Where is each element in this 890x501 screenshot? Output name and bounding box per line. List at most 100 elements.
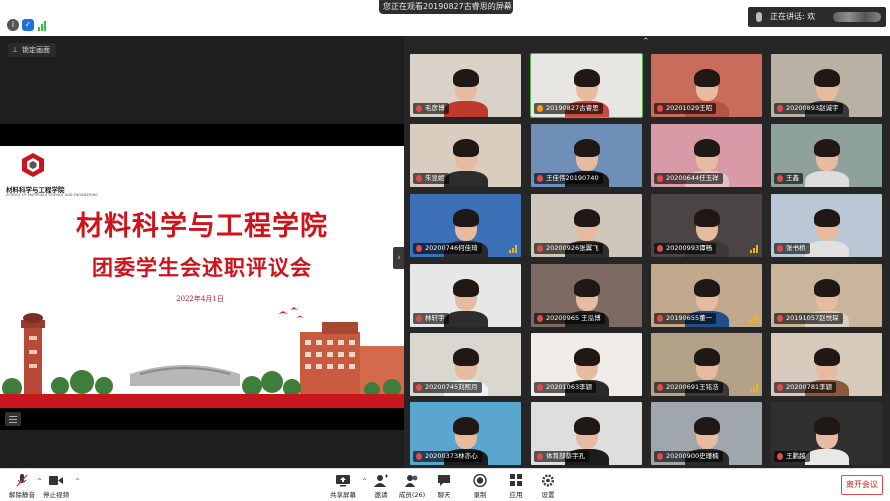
participant-name: 20200900史瑾楠 — [666, 452, 719, 460]
participant-tile[interactable]: 王鹏越 — [771, 402, 882, 465]
participant-name: 体育部蔡宇孔 — [546, 452, 585, 460]
participant-tile[interactable]: 王佳伟20190740 — [531, 124, 642, 187]
participant-tile[interactable]: 20200900史瑾楠 — [651, 402, 762, 465]
participant-tile[interactable]: 张书桥 — [771, 194, 882, 257]
chat-label: 聊天 — [437, 491, 451, 499]
mic-muted-icon — [16, 474, 28, 487]
participant-video — [443, 277, 488, 327]
participant-name-label: 20200691王铭浩 — [654, 382, 723, 393]
participant-name: 20190827古睿思 — [546, 104, 599, 112]
mic-muted-icon — [777, 245, 783, 252]
chat-icon — [438, 475, 450, 486]
participant-tile[interactable]: 20191057赵悦琛 — [771, 264, 882, 327]
participant-tile[interactable]: 20201063李颖 — [531, 333, 642, 396]
participant-video — [443, 67, 488, 117]
participant-name: 王鑫 — [786, 174, 799, 182]
notes-icon[interactable] — [5, 412, 21, 426]
settings-button[interactable]: 设置 — [528, 474, 568, 501]
stop-video-button[interactable]: 停止视频 ^ — [36, 474, 80, 501]
letterbox-top — [0, 124, 404, 146]
participant-name-label: 20200644任玉祥 — [654, 173, 723, 184]
participant-name-label: 20200965 王泓博 — [534, 313, 605, 324]
video-gallery: ⌃ 毛彦博 20190827古睿思 20201029王昭 20200893赵诚宇朱显妮… — [404, 36, 890, 468]
participant-name: 20200893赵诚宇 — [786, 104, 839, 112]
participant-tile[interactable]: 20200373林亦心 — [410, 402, 521, 465]
participant-tile[interactable]: 20200691王铭浩 — [651, 333, 762, 396]
participant-tile[interactable]: 20200893赵诚宇 — [771, 54, 882, 117]
mic-muted-icon — [416, 315, 422, 322]
participant-tile[interactable]: 20190827古睿思 — [530, 53, 643, 118]
participant-tile[interactable]: 林轩宇 — [410, 264, 521, 327]
audio-level-icon — [750, 384, 759, 392]
participant-tile[interactable]: 20200644任玉祥 — [651, 124, 762, 187]
participant-tile[interactable]: 朱显妮 — [410, 124, 521, 187]
participant-tile[interactable]: 王鑫 — [771, 124, 882, 187]
participant-name: 20200746何佳琦 — [425, 244, 478, 252]
participant-name-label: 朱显妮 — [413, 173, 449, 184]
participant-name: 20200745刘熙月 — [425, 383, 478, 391]
chevron-up-icon[interactable]: ^ — [75, 478, 80, 485]
participant-name: 20201063李颖 — [546, 383, 593, 391]
participant-video — [804, 415, 849, 465]
more-icon[interactable]: ··· — [502, 0, 510, 14]
participant-tile[interactable]: 20190655董一 — [651, 264, 762, 327]
participant-name-label: 王佳伟20190740 — [534, 173, 603, 184]
participant-name-label: 20200926张翼飞 — [534, 243, 603, 254]
participant-name: 20200781李颖 — [786, 383, 833, 391]
participant-name-label: 毛彦博 — [413, 103, 449, 114]
participant-video — [804, 207, 849, 257]
participant-video — [804, 137, 849, 187]
mic-muted-icon — [416, 245, 422, 252]
share-screen-icon — [336, 475, 350, 487]
participant-tile[interactable]: 20200926张翼飞 — [531, 194, 642, 257]
participant-name-label: 王鹏越 — [774, 451, 810, 462]
gallery-bar: ⌃ — [404, 36, 890, 52]
leave-meeting-button[interactable]: 离开会议 — [841, 475, 883, 495]
participant-tile[interactable]: 20200993谭畅 — [651, 194, 762, 257]
mic-muted-icon — [777, 315, 783, 322]
record-button[interactable]: 录制 — [460, 474, 500, 501]
participant-name-label: 20191057赵悦琛 — [774, 313, 843, 324]
participant-name: 20201029王昭 — [666, 104, 713, 112]
mic-icon — [756, 12, 762, 22]
gear-icon — [541, 474, 555, 487]
meeting-toolbar: 解除静音 ^ 停止视频 ^ 共享屏幕 ^ 邀请 成员(26) 聊天 录制 应用 … — [0, 468, 890, 501]
mic-muted-icon — [537, 175, 543, 182]
sharing-banner[interactable]: 您正在观看20190827古睿思的屏幕 ··· — [379, 0, 513, 14]
mic-muted-icon — [657, 175, 663, 182]
audio-level-icon — [750, 245, 759, 253]
mic-muted-icon — [777, 175, 783, 182]
members-icon — [405, 475, 418, 487]
chat-button[interactable]: 聊天 — [424, 474, 464, 501]
mic-muted-icon — [537, 245, 543, 252]
mic-muted-icon — [537, 453, 543, 460]
participant-tile[interactable]: 20200965 王泓博 — [531, 264, 642, 327]
participant-tile[interactable]: 毛彦博 — [410, 54, 521, 117]
shield-icon[interactable]: ✓ — [22, 19, 34, 31]
info-icon[interactable]: i — [7, 19, 19, 31]
speaking-indicator: 正在讲话: 欢 — [748, 7, 886, 27]
mic-muted-icon — [777, 384, 783, 391]
participant-name-label: 20190827古睿思 — [534, 103, 603, 114]
school-logo-icon — [22, 153, 44, 177]
audio-level-icon — [509, 245, 518, 253]
mic-muted-icon — [537, 315, 543, 322]
chevron-up-icon[interactable]: ⌃ — [642, 37, 650, 47]
lock-view-button[interactable]: ⊥ 锁定画面 — [8, 43, 56, 57]
participant-tile[interactable]: 20201029王昭 — [651, 54, 762, 117]
settings-label: 设置 — [541, 491, 555, 499]
sharing-banner-text: 您正在观看20190827古睿思的屏幕 — [383, 2, 512, 11]
share-screen-button[interactable]: 共享屏幕 ^ — [323, 474, 367, 501]
participant-name: 20200644任玉祥 — [666, 174, 719, 182]
share-screen-label: 共享屏幕 — [330, 491, 356, 499]
participant-tile[interactable]: 20200781李颖 — [771, 333, 882, 396]
participant-name-label: 20200746何佳琦 — [413, 243, 482, 254]
participant-tile[interactable]: 20200746何佳琦 — [410, 194, 521, 257]
participant-tile[interactable]: 体育部蔡宇孔 — [531, 402, 642, 465]
participant-name-label: 体育部蔡宇孔 — [534, 451, 589, 462]
participant-name: 毛彦博 — [425, 104, 445, 112]
participant-name: 20190655董一 — [666, 314, 713, 322]
participant-name: 20200993谭畅 — [666, 244, 713, 252]
signal-icon[interactable] — [38, 19, 48, 31]
participant-tile[interactable]: 20200745刘熙月 — [410, 333, 521, 396]
